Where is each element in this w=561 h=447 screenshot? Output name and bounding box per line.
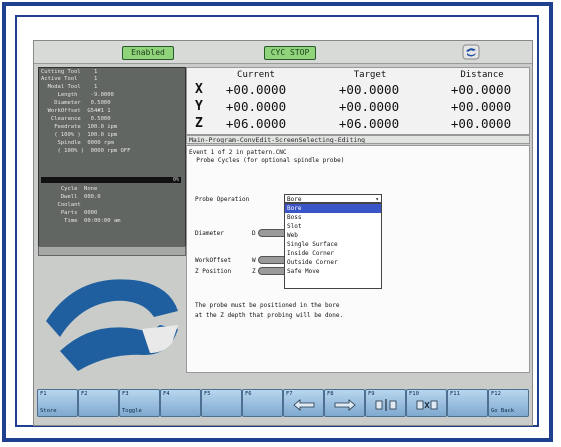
f10-delete-button[interactable]: F10 xyxy=(406,389,447,417)
fkey-number: F6 xyxy=(245,391,252,397)
option-boss[interactable]: Boss xyxy=(285,213,381,222)
z-position-prefix: Z xyxy=(252,268,256,275)
event-line: Event 1 of 2 in pattern.CNC xyxy=(189,149,287,156)
status-row: Spindle 0000 rpm xyxy=(41,140,114,146)
option-single-surface[interactable]: Single Surface xyxy=(285,240,381,249)
status-strip xyxy=(38,246,186,256)
x-distance: +00.0000 xyxy=(450,82,512,97)
f2-button[interactable]: F2 xyxy=(78,389,119,417)
status-row: Cycle None xyxy=(41,186,98,192)
fkey-number: F10 xyxy=(409,391,419,397)
mode-indicator: CYC STOP xyxy=(264,46,316,60)
option-web[interactable]: Web xyxy=(285,231,381,240)
arrow-right-icon xyxy=(334,399,356,411)
f6-button[interactable]: F6 xyxy=(242,389,283,417)
workoffset-prefix: W xyxy=(252,257,256,264)
help-note-line2: at the Z depth that probing will be done… xyxy=(195,312,344,319)
machine-status-panel: Cutting Tool 1 Active Tool 1 Modal Tool … xyxy=(38,67,186,247)
status-row: WorkOffset G54#1 1 xyxy=(41,108,111,114)
option-safe-move[interactable]: Safe Move xyxy=(285,267,381,276)
fkey-number: F2 xyxy=(81,391,88,397)
fkey-label: Go Back xyxy=(491,408,515,414)
fkey-label: Toggle xyxy=(122,408,142,414)
f11-button[interactable]: F11 xyxy=(447,389,488,417)
editing-panel: Event 1 of 2 in pattern.CNC Probe Cycles… xyxy=(186,145,530,373)
option-inside-corner[interactable]: Inside Corner xyxy=(285,249,381,258)
y-current: +00.0000 xyxy=(225,99,287,114)
diameter-label: Diameter xyxy=(195,230,224,237)
status-row: Time 00:00:00 am xyxy=(41,218,121,224)
f9-insert-button[interactable]: F9 xyxy=(365,389,406,417)
fkey-number: F12 xyxy=(491,391,501,397)
fkey-number: F7 xyxy=(286,391,293,397)
status-row: Feedrate 100.0 ipm xyxy=(41,124,118,130)
f8-right-button[interactable]: F8 xyxy=(324,389,365,417)
fkey-number: F11 xyxy=(450,391,460,397)
fkey-number: F9 xyxy=(368,391,375,397)
f1-store-button[interactable]: F1 Store xyxy=(37,389,78,417)
distance-header: Distance xyxy=(460,70,504,80)
cnc-screen: Enabled CYC STOP Cutting Tool 1 Active T… xyxy=(33,40,533,426)
page: Enabled CYC STOP Cutting Tool 1 Active T… xyxy=(0,0,561,447)
f5-button[interactable]: F5 xyxy=(201,389,242,417)
arrow-left-icon xyxy=(293,399,315,411)
y-distance: +00.0000 xyxy=(450,99,512,114)
axis-label-y: Y xyxy=(195,99,203,114)
app-logo-icon[interactable] xyxy=(462,44,480,60)
fkey-number: F4 xyxy=(163,391,170,397)
fkey-number: F5 xyxy=(204,391,211,397)
progress-bar: 0% xyxy=(41,177,181,183)
probe-operation-value: Bore xyxy=(287,196,302,203)
top-bar: Enabled CYC STOP xyxy=(34,41,532,64)
x-target: +00.0000 xyxy=(338,82,400,97)
function-key-bar: F1 Store F2 F3 Toggle F4 F5 F6 F7 F8 F9 … xyxy=(34,385,532,425)
status-row: ( 100% ) 100.0 ipm xyxy=(41,132,118,138)
f12-go-back-button[interactable]: F12 Go Back xyxy=(488,389,529,417)
z-current: +06.0000 xyxy=(225,116,287,131)
axis-label-x: X xyxy=(195,82,203,97)
current-header: Current xyxy=(237,70,275,80)
fkey-number: F8 xyxy=(327,391,334,397)
status-row: Modal Tool 1 xyxy=(41,84,98,90)
insert-icon xyxy=(375,399,397,411)
progress-percent: 0% xyxy=(172,177,179,183)
status-row: Dwell 000.0 xyxy=(41,194,101,200)
fkey-label: Store xyxy=(40,408,57,414)
status-row: Active Tool 1 xyxy=(41,76,98,82)
f7-left-button[interactable]: F7 xyxy=(283,389,324,417)
help-note-line1: The probe must be positioned in the bore xyxy=(195,302,340,309)
x-current: +00.0000 xyxy=(225,82,287,97)
brand-logo-icon xyxy=(46,279,178,371)
status-row: Diameter 0.5000 xyxy=(41,100,111,106)
axis-label-z: Z xyxy=(195,116,203,131)
breadcrumb: Main-Program-ConvEdit-ScreenSelecting-Ed… xyxy=(186,135,530,144)
probe-operation-label: Probe Operation xyxy=(195,196,250,203)
z-distance: +00.0000 xyxy=(450,116,512,131)
probe-operation-dropdown: Bore Boss Slot Web Single Surface Inside… xyxy=(284,203,382,289)
coordinates-display: Current Target Distance X +00.0000 +00.0… xyxy=(186,67,530,135)
probe-operation-select[interactable]: Bore ▾ xyxy=(284,194,382,203)
fkey-number: F3 xyxy=(122,391,129,397)
status-indicator: Enabled xyxy=(122,46,174,60)
z-target: +06.0000 xyxy=(338,116,400,131)
y-target: +00.0000 xyxy=(338,99,400,114)
f3-toggle-button[interactable]: F3 Toggle xyxy=(119,389,160,417)
z-position-label: Z Position xyxy=(195,268,232,275)
cycle-line: Probe Cycles (for optional spindle probe… xyxy=(189,157,345,164)
status-row: Length -9.0000 xyxy=(41,92,114,98)
target-header: Target xyxy=(353,70,387,80)
f4-button[interactable]: F4 xyxy=(160,389,201,417)
status-row: Clearance 0.5000 xyxy=(41,116,111,122)
option-slot[interactable]: Slot xyxy=(285,222,381,231)
status-row: Coolant xyxy=(41,202,81,208)
diameter-prefix: D xyxy=(252,230,256,237)
status-row: Parts 0000 xyxy=(41,210,98,216)
option-bore[interactable]: Bore xyxy=(285,204,381,213)
status-row: ( 100% ) 0000 rpm OFF xyxy=(41,148,131,154)
delete-icon xyxy=(416,400,438,410)
fkey-number: F1 xyxy=(40,391,47,397)
option-outside-corner[interactable]: Outside Corner xyxy=(285,258,381,267)
workoffset-label: WorkOffset xyxy=(195,257,232,264)
